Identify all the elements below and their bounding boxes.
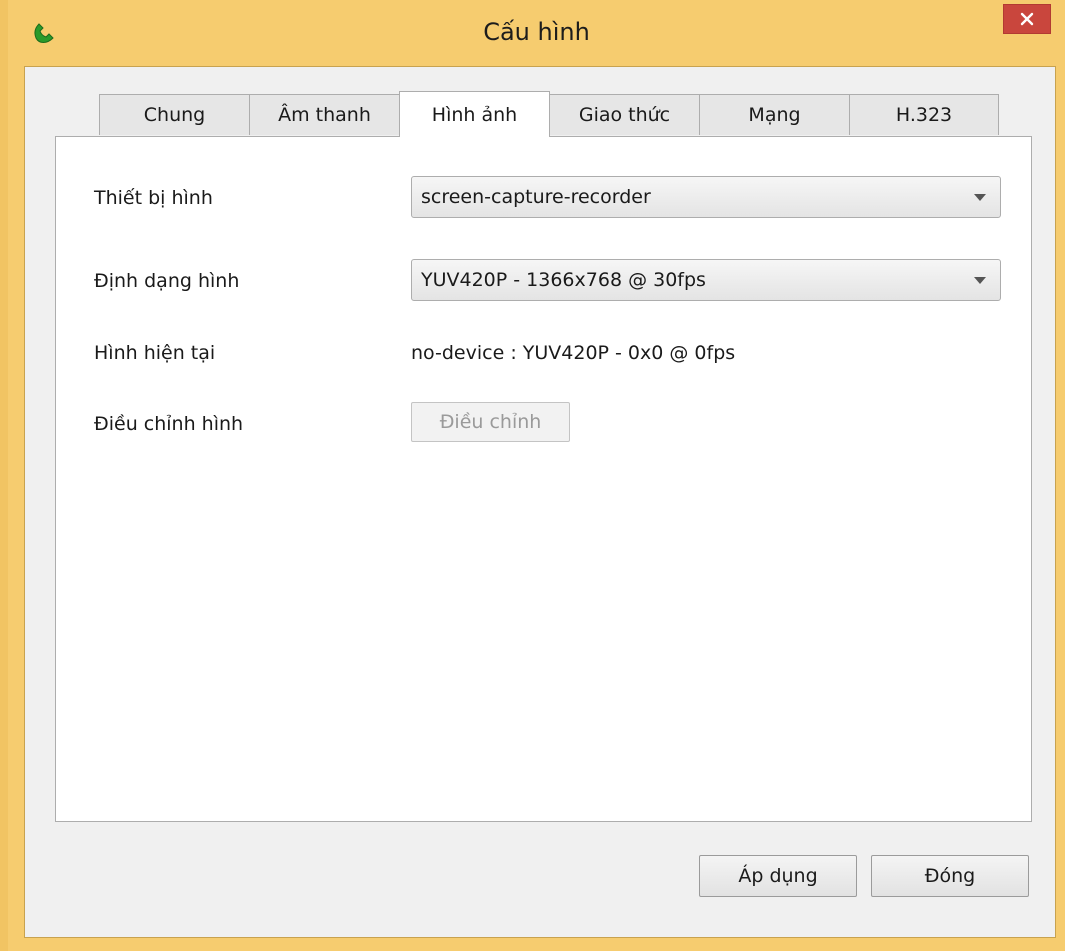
close-button[interactable] (1003, 4, 1051, 34)
adjust-video-button[interactable]: Điều chỉnh (411, 402, 570, 442)
current-video-label: Hình hiện tại (94, 342, 216, 364)
current-video-value: no-device : YUV420P - 0x0 @ 0fps (411, 342, 736, 364)
adjust-video-label: Điều chỉnh hình (94, 413, 244, 435)
chevron-down-icon (974, 277, 986, 284)
format-label: Định dạng hình (94, 270, 240, 292)
tab-video[interactable]: Hình ảnh (399, 91, 550, 137)
device-label: Thiết bị hình (94, 187, 213, 209)
tab-general[interactable]: Chung (99, 94, 250, 135)
video-format-select[interactable]: YUV420P - 1366x768 @ 30fps (411, 259, 1001, 301)
chevron-down-icon (974, 194, 986, 201)
tab-network[interactable]: Mạng (699, 94, 850, 135)
dialog-client-area: Chung Âm thanh Hình ảnh Giao thức Mạng H… (24, 66, 1056, 938)
video-settings-panel: Thiết bị hình screen-capture-recorder Đị… (55, 136, 1032, 822)
title-bar[interactable]: Cấu hình (8, 0, 1065, 66)
video-device-select[interactable]: screen-capture-recorder (411, 176, 1001, 218)
video-device-value: screen-capture-recorder (421, 186, 651, 208)
settings-window: Cấu hình Chung Âm thanh Hình ảnh Giao th… (0, 0, 1065, 951)
close-dialog-button[interactable]: Đóng (871, 855, 1029, 897)
tab-h323[interactable]: H.323 (849, 94, 999, 135)
close-icon (1020, 12, 1034, 26)
tab-audio[interactable]: Âm thanh (249, 94, 400, 135)
video-format-value: YUV420P - 1366x768 @ 30fps (421, 269, 706, 291)
tab-protocol[interactable]: Giao thức (549, 94, 700, 135)
window-title: Cấu hình (483, 18, 590, 46)
apply-button[interactable]: Áp dụng (699, 855, 857, 897)
